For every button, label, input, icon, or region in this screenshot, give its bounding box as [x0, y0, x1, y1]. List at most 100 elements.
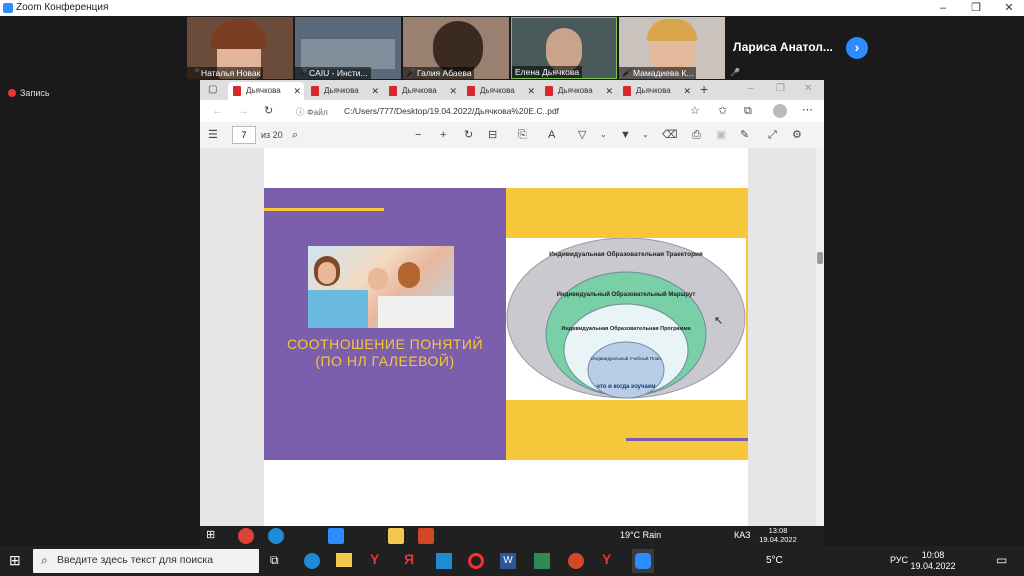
draw-options-icon[interactable]: ⌄	[600, 127, 607, 143]
minimize-browser-icon[interactable]: –	[748, 81, 754, 97]
close-browser-icon[interactable]: ✕	[804, 81, 812, 97]
calculator-icon[interactable]	[436, 553, 452, 569]
close-tab-icon[interactable]: ✕	[371, 82, 379, 100]
close-tab-icon[interactable]: ✕	[293, 82, 301, 100]
muted-mic-icon: 🎤	[730, 68, 740, 77]
yandex-icon[interactable]: Y	[370, 551, 379, 567]
decor-line	[626, 438, 748, 441]
reload-icon[interactable]: ↻	[264, 103, 273, 119]
clock[interactable]: 10:08 19.04.2022	[908, 550, 958, 572]
close-tab-icon[interactable]: ✕	[449, 82, 457, 100]
draw-icon[interactable]: ▽	[578, 127, 586, 143]
profile-avatar[interactable]	[773, 104, 787, 118]
vertical-scrollbar[interactable]	[816, 148, 824, 526]
eraser-icon[interactable]: ⌫	[662, 127, 678, 143]
language-indicator[interactable]: КАЗ	[734, 530, 751, 540]
participant-tile[interactable]: 🎤 CAIU - Инсти...	[295, 17, 401, 79]
shared-screen: ▢ Дьячкова ✕ Дьячкова ✕ Дьячкова ✕ Дьячкова…	[200, 80, 824, 526]
forward-icon[interactable]: →	[238, 103, 249, 119]
notifications-icon[interactable]: ▭	[996, 553, 1007, 567]
zoom-out-icon[interactable]: −	[415, 127, 421, 143]
browser-tab[interactable]: Дьячкова ✕	[384, 82, 460, 100]
edge-icon[interactable]	[304, 553, 320, 569]
pdf-icon	[545, 86, 553, 96]
shared-taskbar: ⊞ 19°C Rain КАЗ 13:08 19.04.2022	[200, 526, 824, 546]
close-tab-icon[interactable]: ✕	[683, 82, 691, 100]
url-field[interactable]: C:/Users/777/Desktop/19.04.2022/Дьячкова…	[344, 103, 764, 119]
new-tab-icon[interactable]: +	[700, 81, 708, 97]
zoom-title-bar: Zoom Конференция – ❐ ✕	[0, 0, 1024, 16]
language-indicator[interactable]: РУС	[890, 555, 908, 565]
tab-actions-icon[interactable]: ▢	[208, 82, 217, 98]
ring-1-label: Индивидуальная Образовательная Траектори…	[549, 250, 703, 258]
highlight-icon[interactable]: ▼	[620, 127, 631, 143]
yandex-app-icon[interactable]: Y	[602, 551, 611, 567]
mouse-cursor-icon: ↖	[714, 315, 724, 327]
print-icon[interactable]: ⎙	[692, 127, 701, 143]
browser-tab[interactable]: Дьячкова ✕	[618, 82, 694, 100]
settings-icon[interactable]: ⚙	[792, 127, 802, 143]
fit-page-icon[interactable]: ⊟	[488, 127, 497, 143]
browser-tab[interactable]: Дьячкова ✕	[228, 82, 304, 100]
weather-widget[interactable]: 5°C	[766, 555, 783, 566]
page-view-icon[interactable]: ⎘	[518, 127, 527, 143]
decor-line	[264, 208, 384, 211]
task-view-icon[interactable]: ⧉	[270, 553, 279, 568]
close-tab-icon[interactable]: ✕	[605, 82, 613, 100]
explorer-icon[interactable]	[388, 528, 404, 544]
maximize-button[interactable]: ❐	[961, 0, 991, 16]
close-button[interactable]: ✕	[994, 0, 1024, 16]
clock[interactable]: 13:08 19.04.2022	[756, 526, 800, 544]
powerpoint-icon[interactable]	[568, 553, 584, 569]
next-page-icon[interactable]: ›	[846, 37, 868, 59]
zoom-in-icon[interactable]: +	[440, 127, 446, 143]
back-icon[interactable]: ←	[212, 103, 223, 119]
highlight-options-icon[interactable]: ⌄	[642, 127, 649, 143]
browser-tab[interactable]: Дьячкова ✕	[462, 82, 538, 100]
browser-tab[interactable]: Дьячкова ✕	[306, 82, 382, 100]
windows-taskbar: ⊞ ⌕ Введите здесь текст для поиска ⧉ Y Я…	[0, 546, 1024, 576]
more-menu-icon[interactable]: ⋯	[802, 102, 813, 118]
participant-tile[interactable]: 🎤 Галия Абаева	[403, 17, 509, 79]
explorer-icon[interactable]	[336, 553, 352, 567]
fullscreen-icon[interactable]: ⤢	[768, 127, 777, 143]
rotate-icon[interactable]: ↻	[464, 127, 473, 143]
participant-name: Галия Абаева	[403, 67, 475, 79]
edge-icon[interactable]	[268, 528, 284, 544]
participant-tile[interactable]: 🎤 Мамадиева К...	[619, 17, 725, 79]
add-favorite-icon[interactable]: ☆	[690, 103, 700, 119]
app-icon[interactable]	[534, 553, 550, 569]
pdf-icon	[233, 86, 241, 96]
word-icon[interactable]: W	[500, 553, 516, 569]
opera-icon[interactable]	[468, 553, 484, 569]
center-label: что и когда изучаем	[596, 384, 656, 390]
pdf-icon	[311, 86, 319, 96]
weather-widget[interactable]: 19°C Rain	[620, 530, 661, 540]
favorites-icon[interactable]: ✩	[718, 103, 727, 119]
save-icon[interactable]: ▣	[716, 127, 726, 143]
powerpoint-icon[interactable]	[418, 528, 434, 544]
minimize-button[interactable]: –	[928, 0, 958, 16]
zoom-taskbar-button[interactable]	[632, 549, 654, 573]
participant-tile[interactable]: 🎤 Наталья Новак	[187, 17, 293, 79]
contents-icon[interactable]: ☰	[208, 127, 218, 143]
recording-indicator: Запись	[8, 88, 50, 98]
page-number-input[interactable]: 7	[232, 126, 256, 144]
collections-icon[interactable]: ⧉	[744, 103, 752, 119]
start-icon[interactable]: ⊞	[9, 552, 21, 569]
restore-browser-icon[interactable]: ❐	[776, 81, 785, 97]
start-icon[interactable]: ⊞	[206, 528, 222, 544]
close-tab-icon[interactable]: ✕	[527, 82, 535, 100]
participant-name: CAIU - Инсти...	[295, 67, 371, 79]
save-as-icon[interactable]: ✎	[740, 127, 749, 143]
yandex-browser-icon[interactable]: Я	[404, 551, 414, 567]
zoom-icon[interactable]	[328, 528, 344, 544]
children-photo	[308, 246, 454, 328]
taskbar-search[interactable]: ⌕ Введите здесь текст для поиска	[33, 549, 259, 573]
browser-tab[interactable]: Дьячкова ✕	[540, 82, 616, 100]
participant-tile[interactable]: Елена Дьячкова	[511, 17, 617, 79]
chrome-icon[interactable]	[238, 528, 254, 544]
search-icon[interactable]: ⌕	[292, 127, 298, 143]
read-aloud-icon[interactable]: A	[548, 127, 555, 143]
search-placeholder: Введите здесь текст для поиска	[57, 554, 214, 566]
